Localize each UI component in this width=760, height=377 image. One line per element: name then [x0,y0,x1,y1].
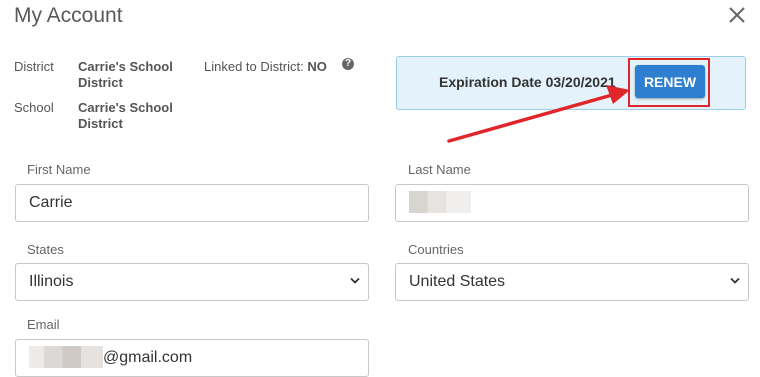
school-label: School [14,100,54,115]
countries-label: Countries [408,242,464,257]
last-name-field[interactable] [395,184,749,222]
countries-value: United States [409,273,506,290]
chevron-down-icon [730,277,740,284]
first-name-field[interactable]: Carrie [15,184,369,222]
linked-to-district: Linked to District: NO [204,59,327,74]
email-label: Email [27,317,60,332]
redacted-text [29,345,103,368]
linked-label: Linked to District: [204,59,304,74]
states-label: States [27,242,64,257]
email-value: @gmail.com [103,349,193,366]
states-select[interactable]: Illinois [15,263,369,301]
expiration-date: Expiration Date 03/20/2021 [439,74,616,90]
states-value: Illinois [29,273,74,290]
email-field[interactable]: @gmail.com [15,339,369,377]
linked-value: NO [307,59,327,74]
page-title: My Account [14,4,123,27]
district-value: Carrie's School District [78,59,173,90]
redacted-text [409,190,471,213]
countries-select[interactable]: United States [395,263,749,301]
school-value: Carrie's School District [78,100,173,131]
first-name-label: First Name [27,162,91,177]
district-label: District [14,59,54,74]
renew-button[interactable]: RENEW [635,65,705,98]
last-name-label: Last Name [408,162,471,177]
question-circle-icon[interactable]: ? [342,58,354,70]
chevron-down-icon [350,277,360,284]
close-icon[interactable] [726,4,748,26]
